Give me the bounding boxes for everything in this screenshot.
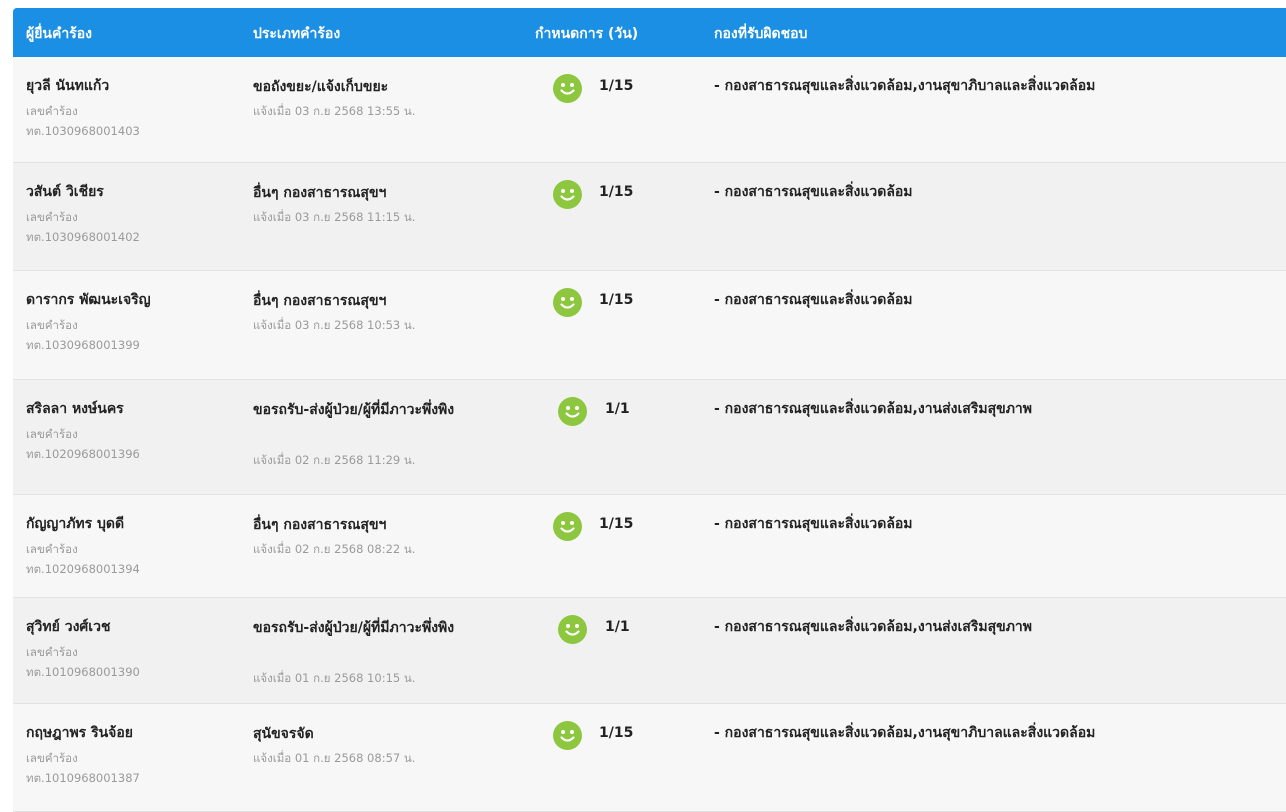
request-number: ทต.1030968001399 — [26, 338, 140, 352]
request-number: ทต.1010968001390 — [26, 665, 140, 679]
table-row[interactable]: ดารากร พัฒนะเจริญ เลขคำร้อง ทต.103096800… — [13, 271, 1286, 380]
responsible-department: - กองสาธารณสุขและสิ่งแวดล้อม,งานส่งเสริม… — [714, 401, 1033, 417]
request-number: ทต.1020968001396 — [26, 447, 140, 461]
responsible-department: - กองสาธารณสุขและสิ่งแวดล้อม,งานสุขาภิบา… — [714, 78, 1096, 94]
submitted-timestamp: แจ้งเมื่อ 03 ก.ย 2568 10:53 น. — [253, 318, 416, 332]
request-number-label: เลขคำร้อง — [26, 104, 78, 118]
requester-name: สุวิทย์ วงศ์เวช — [26, 619, 111, 635]
request-number-label: เลขคำร้อง — [26, 542, 78, 556]
due-days-value: 1/15 — [599, 292, 634, 308]
request-type: ขอถังขยะ/แจ้งเก็บขยะ — [253, 79, 389, 95]
column-header-requester[interactable]: ผู้ยื่นคำร้อง — [26, 23, 92, 45]
submitted-timestamp: แจ้งเมื่อ 02 ก.ย 2568 08:22 น. — [253, 542, 416, 556]
requester-name: กัญญาภัทร บุดดี — [26, 516, 125, 532]
submitted-timestamp: แจ้งเมื่อ 03 ก.ย 2568 13:55 น. — [253, 104, 416, 118]
request-number-label: เลขคำร้อง — [26, 645, 78, 659]
submitted-timestamp: แจ้งเมื่อ 02 ก.ย 2568 11:29 น. — [253, 453, 416, 467]
due-days-value: 1/15 — [599, 516, 634, 532]
due-days-value: 1/15 — [599, 725, 634, 741]
table-row[interactable]: สริลลา หงษ์นคร เลขคำร้อง ทต.102096800139… — [13, 380, 1286, 495]
smile-icon — [558, 397, 587, 426]
request-number: ทต.1030968001403 — [26, 124, 140, 138]
column-header-request-type[interactable]: ประเภทคำร้อง — [253, 23, 340, 45]
smile-icon — [553, 288, 582, 317]
requester-name: กฤษฎาพร รินจ้อย — [26, 725, 133, 741]
due-days-value: 1/1 — [605, 401, 630, 417]
requester-name: วสันต์ วิเชียร — [26, 184, 104, 200]
request-table: ผู้ยื่นคำร้อง ประเภทคำร้อง กำหนดการ (วัน… — [13, 8, 1286, 812]
column-header-due-days[interactable]: กำหนดการ (วัน) — [535, 23, 638, 45]
table-row[interactable]: กฤษฎาพร รินจ้อย เลขคำร้อง ทต.10109680013… — [13, 704, 1286, 812]
submitted-timestamp: แจ้งเมื่อ 03 ก.ย 2568 11:15 น. — [253, 210, 416, 224]
table-body: ยุวลี นันทแก้ว เลขคำร้อง ทต.103096800140… — [13, 57, 1286, 812]
table-row[interactable]: สุวิทย์ วงศ์เวช เลขคำร้อง ทต.10109680013… — [13, 598, 1286, 704]
smile-icon — [553, 74, 582, 103]
smile-icon — [558, 615, 587, 644]
request-type: อื่นๆ กองสาธารณสุขฯ — [253, 185, 387, 201]
smile-icon — [553, 180, 582, 209]
submitted-timestamp: แจ้งเมื่อ 01 ก.ย 2568 08:57 น. — [253, 751, 416, 765]
table-header: ผู้ยื่นคำร้อง ประเภทคำร้อง กำหนดการ (วัน… — [13, 8, 1286, 57]
responsible-department: - กองสาธารณสุขและสิ่งแวดล้อม,งานสุขาภิบา… — [714, 725, 1096, 741]
request-type: อื่นๆ กองสาธารณสุขฯ — [253, 293, 387, 309]
request-number-label: เลขคำร้อง — [26, 318, 78, 332]
smile-icon — [553, 721, 582, 750]
due-days-value: 1/15 — [599, 78, 634, 94]
responsible-department: - กองสาธารณสุขและสิ่งแวดล้อม,งานส่งเสริม… — [714, 619, 1033, 635]
request-number-label: เลขคำร้อง — [26, 427, 78, 441]
request-number: ทต.1010968001387 — [26, 771, 140, 785]
table-row[interactable]: วสันต์ วิเชียร เลขคำร้อง ทต.103096800140… — [13, 163, 1286, 271]
responsible-department: - กองสาธารณสุขและสิ่งแวดล้อม — [714, 292, 913, 308]
request-number-label: เลขคำร้อง — [26, 210, 78, 224]
request-type: สุนัขจรจัด — [253, 726, 314, 742]
column-header-department[interactable]: กองที่รับผิดชอบ — [714, 23, 807, 45]
table-row[interactable]: ยุวลี นันทแก้ว เลขคำร้อง ทต.103096800140… — [13, 57, 1286, 163]
responsible-department: - กองสาธารณสุขและสิ่งแวดล้อม — [714, 184, 913, 200]
request-type: ขอรถรับ-ส่งผู้ป่วย/ผู้ที่มีภาวะพึ่งพิง — [253, 402, 455, 418]
table-row[interactable]: กัญญาภัทร บุดดี เลขคำร้อง ทต.10209680013… — [13, 495, 1286, 598]
submitted-timestamp: แจ้งเมื่อ 01 ก.ย 2568 10:15 น. — [253, 671, 416, 685]
smile-icon — [553, 512, 582, 541]
request-number-label: เลขคำร้อง — [26, 751, 78, 765]
request-number: ทต.1030968001402 — [26, 230, 140, 244]
due-days-value: 1/1 — [605, 619, 630, 635]
responsible-department: - กองสาธารณสุขและสิ่งแวดล้อม — [714, 516, 913, 532]
due-days-value: 1/15 — [599, 184, 634, 200]
requester-name: สริลลา หงษ์นคร — [26, 401, 124, 417]
request-number: ทต.1020968001394 — [26, 562, 140, 576]
request-type: อื่นๆ กองสาธารณสุขฯ — [253, 517, 387, 533]
requester-name: ยุวลี นันทแก้ว — [26, 78, 110, 94]
request-type: ขอรถรับ-ส่งผู้ป่วย/ผู้ที่มีภาวะพึ่งพิง — [253, 620, 455, 636]
requester-name: ดารากร พัฒนะเจริญ — [26, 292, 151, 308]
